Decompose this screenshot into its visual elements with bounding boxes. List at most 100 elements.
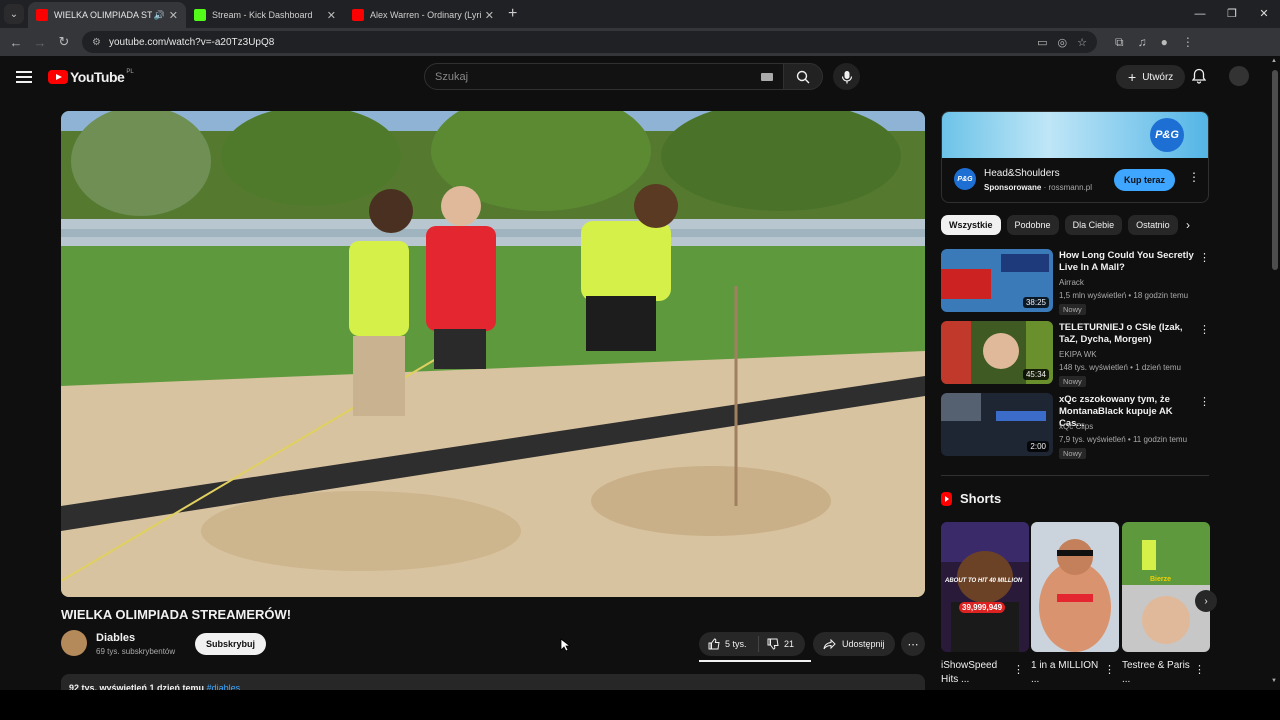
tab-title: Alex Warren - Ordinary (Lyrics) [370, 10, 481, 20]
reload-icon[interactable]: ↻ [52, 34, 76, 50]
recommendation-channel[interactable]: EKIPA WK [1059, 350, 1097, 359]
new-tab-button[interactable]: + [508, 5, 517, 23]
create-button[interactable]: + Utwórz [1116, 65, 1186, 89]
shorts-next-button[interactable]: › [1195, 590, 1217, 612]
recommendation-meta: 7,9 tys. wyświetleń • 11 godzin temu [1059, 435, 1188, 444]
restore-icon[interactable]: ❐ [1216, 0, 1248, 28]
video-thumbnail[interactable]: 2:00 [941, 393, 1053, 456]
youtube-logo[interactable]: YouTube PL [48, 69, 134, 85]
bookmark-star-icon[interactable]: ☆ [1077, 36, 1087, 49]
chip-for-you[interactable]: Dla Ciebie [1064, 215, 1123, 235]
subscribe-button[interactable]: Subskrybuj [195, 633, 267, 655]
video-frame [61, 111, 925, 597]
chip-related[interactable]: Podobne [1006, 215, 1059, 235]
browser-menu-icon[interactable]: ⋮ [1182, 35, 1194, 50]
share-label: Udostępnij [842, 639, 885, 649]
chip-recent[interactable]: Ostatnio [1128, 215, 1178, 235]
recommendation-channel[interactable]: xQc Clips [1059, 422, 1093, 431]
item-menu-icon[interactable]: ⋮ [1199, 323, 1210, 336]
item-menu-icon[interactable]: ⋮ [1199, 395, 1210, 408]
scrollbar-thumb[interactable] [1272, 70, 1278, 270]
channel-avatar[interactable] [61, 630, 87, 656]
tab-close-icon[interactable]: ✕ [485, 9, 494, 22]
logo-text: YouTube [70, 69, 125, 85]
mouse-cursor-icon [560, 638, 570, 652]
share-button[interactable]: Udostępnij [813, 632, 895, 656]
cast-icon[interactable]: ▭ [1037, 36, 1047, 49]
ad-menu-icon[interactable]: ⋮ [1188, 170, 1200, 184]
site-info-icon[interactable]: ⚙ [92, 37, 101, 48]
youtube-favicon-icon [352, 9, 364, 21]
recommendation-item[interactable]: 45:34 TELETURNIEJ o CSIe (Izak, TaZ, Dyc… [941, 321, 1210, 387]
account-avatar[interactable] [1229, 66, 1249, 86]
browser-tab-kick[interactable]: Stream - Kick Dashboard ✕ [186, 2, 344, 28]
back-icon[interactable]: ← [4, 35, 28, 50]
close-window-icon[interactable]: ✕ [1248, 0, 1280, 28]
tab-title: WIELKA OLIMPIADA STREAMERÓW [54, 10, 152, 20]
short-title[interactable]: iShowSpeed Hits ... [941, 659, 1011, 687]
search-input[interactable]: Szukaj [424, 63, 784, 90]
recommendation-title[interactable]: TELETURNIEJ o CSIe (Izak, TaZ, Dycha, Mo… [1059, 322, 1195, 346]
short-thumbnail[interactable]: Bierze [1122, 522, 1210, 652]
minimize-icon[interactable]: — [1184, 0, 1216, 28]
scroll-up-icon[interactable]: ▲ [1271, 58, 1277, 64]
shorts-heading: Shorts [941, 491, 1001, 506]
thumbs-up-icon [708, 638, 720, 650]
extensions-icon[interactable]: ⧉ [1115, 35, 1124, 50]
eye-off-icon[interactable]: ◎ [1058, 36, 1068, 49]
recommendation-item[interactable]: 2:00 xQc zszokowany tym, że MontanaBlack… [941, 393, 1210, 459]
ad-domain: rossmann.pl [1048, 183, 1093, 192]
video-duration: 38:25 [1022, 297, 1049, 308]
browser-tab-strip: ⌄ WIELKA OLIMPIADA STREAMERÓW 🔊 ✕ Stream… [0, 0, 1280, 28]
tab-close-icon[interactable]: ✕ [169, 9, 178, 22]
recommendation-channel[interactable]: Airrack [1059, 278, 1084, 287]
notifications-bell-icon[interactable] [1191, 68, 1207, 89]
short-title[interactable]: Testree & Paris ... [1122, 659, 1192, 687]
short-title[interactable]: 1 in a MILLION ... [1031, 659, 1101, 687]
tab-close-icon[interactable]: ✕ [327, 9, 336, 22]
short-menu-icon[interactable]: ⋮ [1104, 663, 1115, 676]
recommendation-title[interactable]: How Long Could You Secretly Live In A Ma… [1059, 250, 1195, 274]
more-actions-icon[interactable]: ⋯ [901, 632, 925, 656]
chevron-right-icon[interactable]: › [1186, 218, 1190, 232]
video-player[interactable] [61, 111, 925, 597]
tab-search-button[interactable]: ⌄ [4, 4, 24, 24]
subscriber-count: 69 tys. subskrybentów [96, 647, 176, 656]
search-button[interactable] [783, 63, 823, 90]
media-controls-icon[interactable]: ♫ [1138, 35, 1147, 50]
item-menu-icon[interactable]: ⋮ [1199, 251, 1210, 264]
browser-tab-alex-warren[interactable]: Alex Warren - Ordinary (Lyrics) ✕ [344, 2, 502, 28]
youtube-play-icon [48, 70, 68, 84]
new-badge: Nowy [1059, 376, 1086, 387]
forward-icon[interactable]: → [28, 35, 52, 50]
speaker-icon[interactable]: 🔊 [154, 10, 165, 21]
ad-banner-image[interactable]: P&G [942, 112, 1208, 158]
video-thumbnail[interactable]: 38:25 [941, 249, 1053, 312]
ad-cta-button[interactable]: Kup teraz [1114, 169, 1176, 191]
owner-row: Diables 69 tys. subskrybentów Subskrybuj… [61, 629, 925, 662]
short-menu-icon[interactable]: ⋮ [1013, 663, 1024, 676]
like-dislike-group: 5 tys. 21 [699, 632, 805, 656]
scroll-down-icon[interactable]: ▼ [1271, 678, 1277, 684]
like-button[interactable]: 5 tys. [699, 636, 759, 652]
video-thumbnail[interactable]: 45:34 [941, 321, 1053, 384]
recommendation-meta: 148 tys. wyświetleń • 1 dzień temu [1059, 363, 1181, 372]
browser-tab-youtube[interactable]: WIELKA OLIMPIADA STREAMERÓW 🔊 ✕ [28, 2, 186, 28]
profile-icon[interactable]: ● [1161, 35, 1168, 50]
page-scrollbar[interactable]: ▲ ▼ [1270, 56, 1280, 690]
advertiser-logo: P&G [954, 168, 976, 190]
recommendation-item[interactable]: 38:25 How Long Could You Secretly Live I… [941, 249, 1210, 315]
ad-title[interactable]: Head&Shoulders [984, 168, 1060, 179]
chip-all[interactable]: Wszystkie [941, 215, 1001, 235]
hamburger-menu-icon[interactable] [16, 71, 32, 83]
dislike-button[interactable]: 21 [759, 638, 794, 650]
sponsored-ad[interactable]: P&G P&G Head&Shoulders Sponsorowane · ro… [941, 111, 1209, 203]
short-overlay-text: ABOUT TO HIT 40 MILLION [945, 578, 1023, 584]
voice-search-button[interactable] [833, 63, 860, 90]
address-bar[interactable]: ⚙ youtube.com/watch?v=-a20Tz3UpQ8 ▭ ◎ ☆ [82, 31, 1097, 53]
short-thumbnail[interactable]: ABOUT TO HIT 40 MILLION 39,999,949 [941, 522, 1029, 652]
short-thumbnail[interactable] [1031, 522, 1119, 652]
channel-name[interactable]: Diables [96, 632, 135, 644]
short-menu-icon[interactable]: ⋮ [1194, 663, 1205, 676]
keyboard-icon[interactable] [761, 72, 773, 81]
